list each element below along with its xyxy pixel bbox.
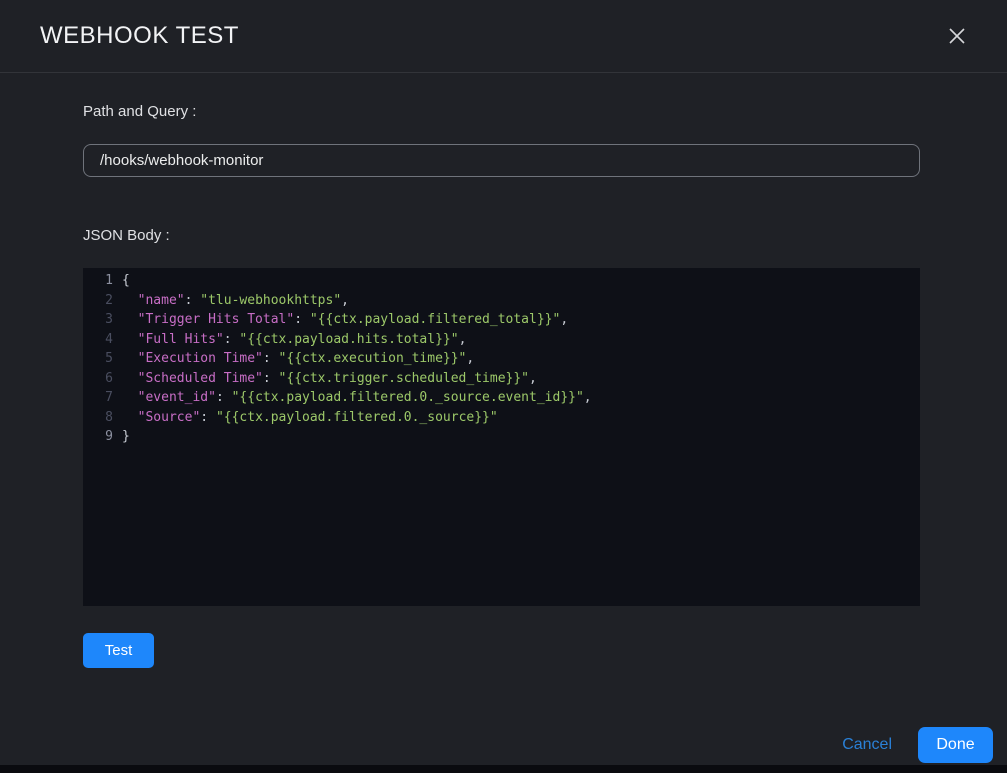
code-line: 5 "Execution Time": "{{ctx.execution_tim… [83,349,920,369]
line-number: 8 [83,408,113,428]
line-number: 3 [83,310,113,330]
path-and-query-input[interactable] [83,144,920,177]
json-editor-lines: 1{2 "name": "tlu-webhookhttps",3 "Trigge… [83,271,920,447]
modal-title: WEBHOOK TEST [40,22,239,50]
done-button[interactable]: Done [918,727,993,763]
line-number: 4 [83,330,113,350]
code-line: 4 "Full Hits": "{{ctx.payload.hits.total… [83,330,920,350]
line-number: 2 [83,291,113,311]
line-number: 5 [83,349,113,369]
code-line: 1{ [83,271,920,291]
code-line: 9} [83,427,920,447]
line-number: 7 [83,388,113,408]
modal-footer: Cancel Done [0,727,1007,765]
line-number: 6 [83,369,113,389]
test-button[interactable]: Test [83,633,154,668]
line-number: 9 [83,427,113,447]
code-line: 3 "Trigger Hits Total": "{{ctx.payload.f… [83,310,920,330]
code-line: 6 "Scheduled Time": "{{ctx.trigger.sched… [83,369,920,389]
code-line: 7 "event_id": "{{ctx.payload.filtered.0.… [83,388,920,408]
close-button[interactable] [943,22,971,50]
modal-header: WEBHOOK TEST [0,0,1007,73]
json-body-editor[interactable]: 1{2 "name": "tlu-webhookhttps",3 "Trigge… [83,268,920,606]
code-line: 2 "name": "tlu-webhookhttps", [83,291,920,311]
modal-body: Path and Query : JSON Body : 1{2 "name":… [0,73,1007,668]
json-body-label: JSON Body : [83,227,920,244]
code-line: 8 "Source": "{{ctx.payload.filtered.0._s… [83,408,920,428]
line-number: 1 [83,271,113,291]
webhook-test-modal: WEBHOOK TEST Path and Query : JSON Body … [0,0,1007,765]
cancel-button[interactable]: Cancel [842,736,892,754]
path-and-query-label: Path and Query : [83,103,920,120]
close-icon [947,26,967,46]
